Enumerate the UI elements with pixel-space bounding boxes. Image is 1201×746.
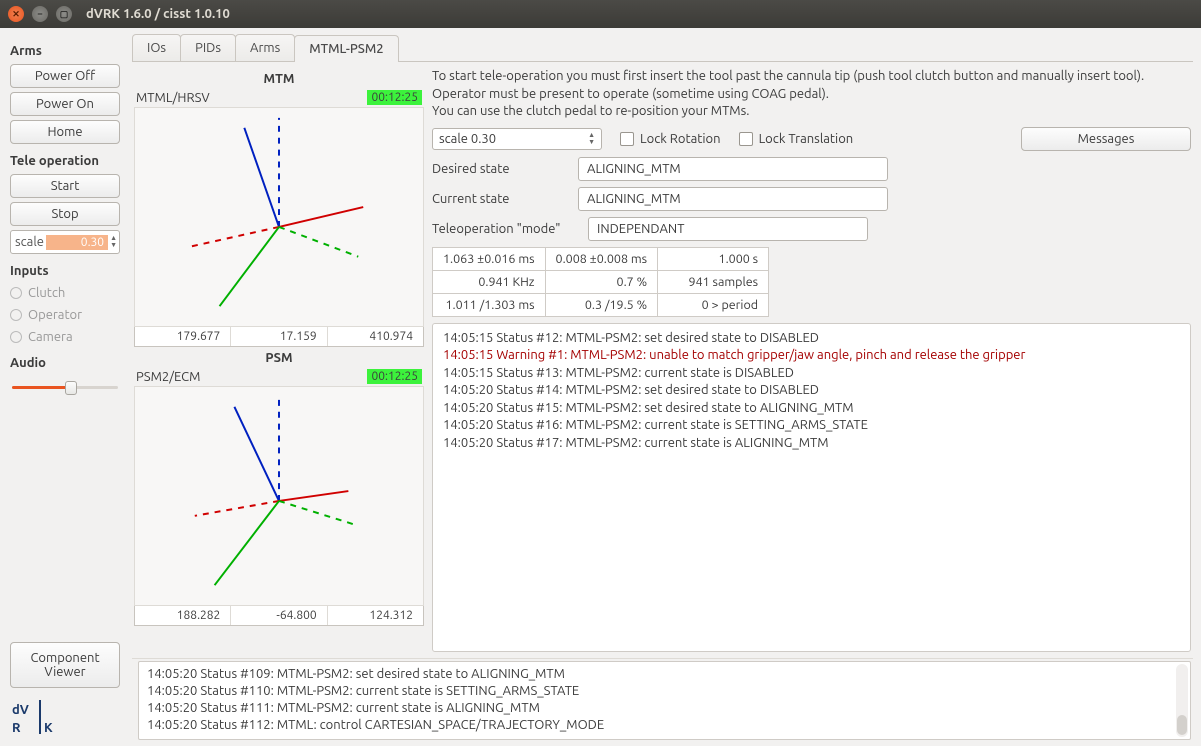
tab-bar: IOs PIDs Arms MTML-PSM2	[132, 34, 1193, 62]
tab-mtml-psm2[interactable]: MTML-PSM2	[294, 35, 398, 62]
close-icon[interactable]: ✕	[8, 6, 24, 22]
mtm-name: MTML/HRSV	[136, 91, 210, 105]
dvrk-logo-icon: dV R K	[10, 698, 70, 736]
message-log[interactable]: 14:05:15 Status #12: MTML-PSM2: set desi…	[432, 323, 1191, 652]
lock-translation-checkbox[interactable]: Lock Translation	[739, 132, 854, 146]
mtm-canvas	[134, 107, 424, 327]
svg-text:R: R	[12, 721, 21, 735]
current-state-input[interactable]: ALIGNING_MTM	[578, 187, 888, 211]
camera-radio: Camera	[10, 328, 120, 346]
lock-rotation-checkbox[interactable]: Lock Rotation	[620, 132, 721, 146]
audio-slider[interactable]	[12, 380, 118, 396]
scale-prefix: scale	[13, 235, 46, 249]
stop-button[interactable]: Stop	[10, 202, 120, 226]
scrollbar[interactable]	[1176, 664, 1188, 737]
psm-time: 00:12:25	[367, 369, 422, 384]
start-button[interactable]: Start	[10, 174, 120, 198]
desired-state-input[interactable]: ALIGNING_MTM	[578, 157, 888, 181]
power-on-button[interactable]: Power On	[10, 92, 120, 116]
operator-radio: Operator	[10, 306, 120, 324]
titlebar: ✕ – ▢ dVRK 1.6.0 / cisst 1.0.10	[0, 0, 1201, 28]
messages-button[interactable]: Messages	[1021, 127, 1191, 151]
minimize-icon[interactable]: –	[32, 6, 48, 22]
mode-label: Teleoperation "mode"	[432, 222, 582, 236]
psm-name: PSM2/ECM	[136, 370, 200, 384]
mtm-time: 00:12:25	[367, 90, 422, 105]
current-state-label: Current state	[432, 192, 572, 206]
power-off-button[interactable]: Power Off	[10, 64, 120, 88]
scale-select[interactable]: scale 0.30 ▲▼	[432, 128, 602, 150]
checkbox-icon[interactable]	[620, 132, 634, 146]
svg-text:dV: dV	[12, 703, 29, 717]
mtm-values: 179.677 17.159 410.974	[134, 327, 424, 347]
scale-spinbox[interactable]: scale 0.30 ▲▼	[10, 230, 120, 254]
mtm-title: MTM	[134, 68, 424, 90]
tab-ios[interactable]: IOs	[132, 34, 181, 61]
stats-table: 1.063 ±0.016 ms 0.941 KHz 1.011 /1.303 m…	[432, 247, 769, 317]
instructions: To start tele-operation you must first i…	[432, 68, 1191, 121]
psm-values: 188.282 -64.800 124.312	[134, 606, 424, 626]
checkbox-icon[interactable]	[739, 132, 753, 146]
svg-text:K: K	[44, 721, 53, 735]
maximize-icon[interactable]: ▢	[56, 6, 72, 22]
psm-title: PSM	[134, 347, 424, 369]
tab-arms[interactable]: Arms	[235, 34, 295, 61]
inputs-heading: Inputs	[10, 264, 120, 278]
footer-log[interactable]: 14:05:20 Status #109: MTML-PSM2: set des…	[138, 661, 1191, 740]
mode-input[interactable]: INDEPENDANT	[588, 217, 868, 241]
teleop-heading: Tele operation	[10, 154, 120, 168]
sidebar: Arms Power Off Power On Home Tele operat…	[0, 28, 130, 746]
window-title: dVRK 1.6.0 / cisst 1.0.10	[86, 7, 230, 21]
arms-heading: Arms	[10, 44, 120, 58]
scale-value[interactable]: 0.30	[46, 235, 108, 250]
tab-pids[interactable]: PIDs	[180, 34, 236, 61]
home-button[interactable]: Home	[10, 120, 120, 144]
desired-state-label: Desired state	[432, 162, 572, 176]
audio-heading: Audio	[10, 356, 120, 370]
clutch-radio: Clutch	[10, 284, 120, 302]
psm-canvas	[134, 386, 424, 606]
component-viewer-button[interactable]: Component Viewer	[10, 642, 120, 688]
spin-arrows-icon[interactable]: ▲▼	[110, 235, 117, 249]
spin-arrows-icon[interactable]: ▲▼	[588, 132, 595, 146]
